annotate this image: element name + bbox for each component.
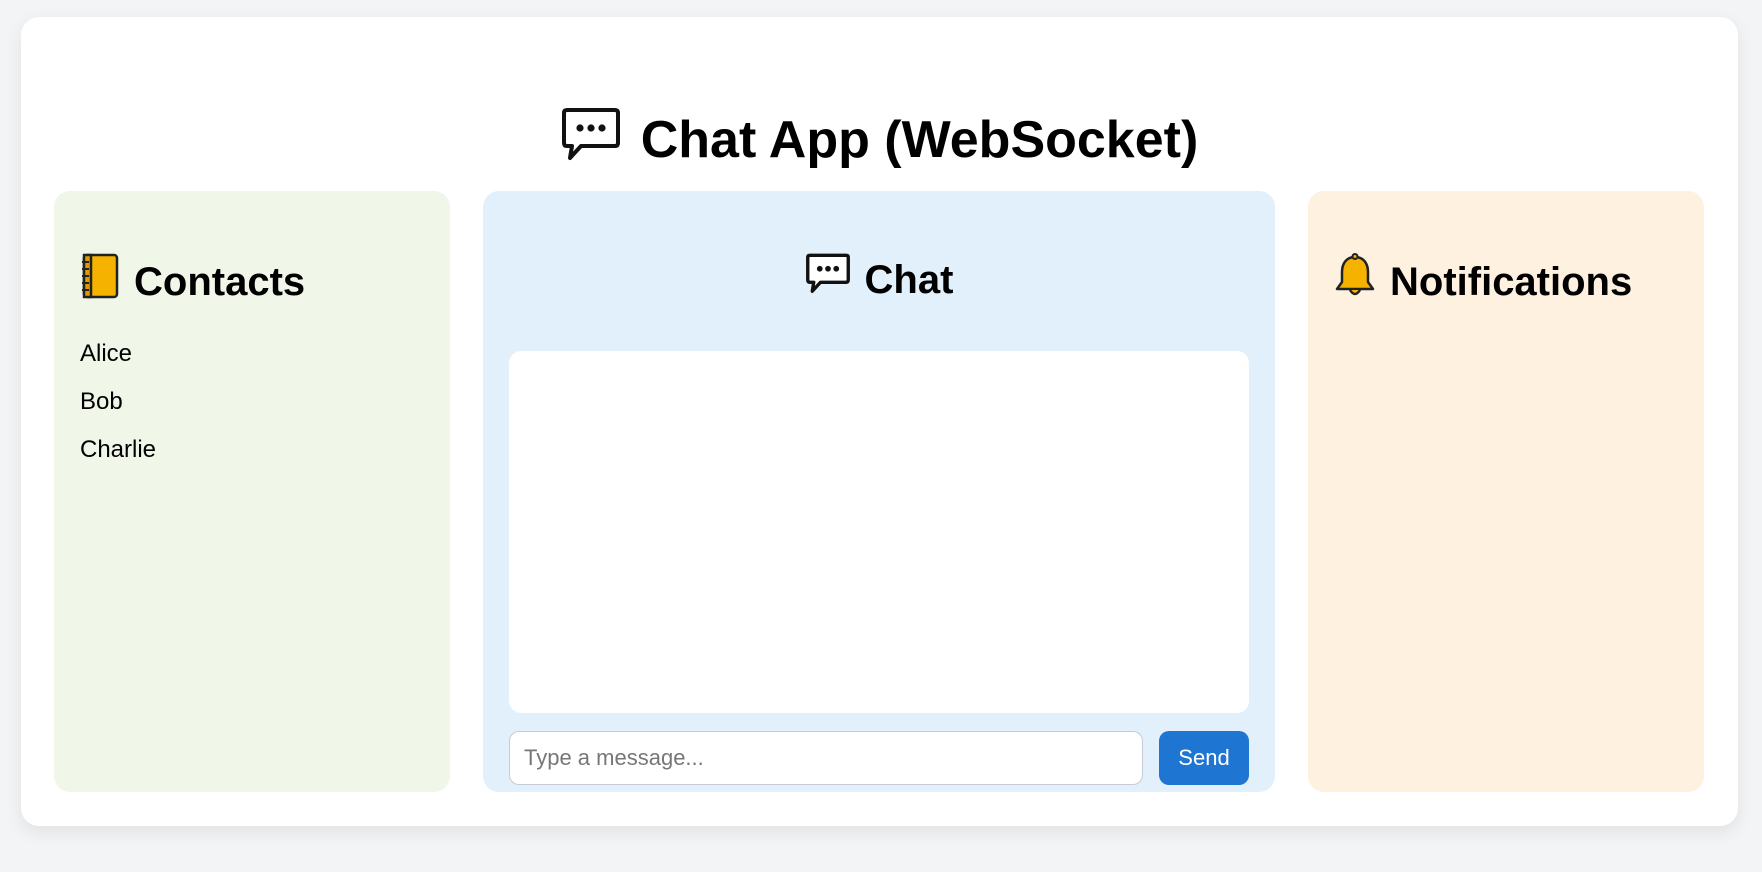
- contact-list: Alice Bob Charlie: [80, 339, 156, 483]
- contacts-heading-text: Contacts: [134, 260, 306, 304]
- notifications-panel: Notifications: [1308, 191, 1704, 792]
- contact-item[interactable]: Bob: [80, 387, 156, 435]
- message-input[interactable]: [509, 731, 1143, 785]
- notifications-heading-text: Notifications: [1390, 260, 1633, 304]
- page-title-text: Chat App (WebSocket): [640, 111, 1199, 169]
- speech-balloon-icon: [561, 101, 621, 191]
- speech-balloon-icon: [805, 253, 851, 307]
- contacts-heading: Contacts: [80, 253, 305, 311]
- send-button[interactable]: Send: [1159, 731, 1249, 785]
- ledger-notebook-icon: [80, 253, 120, 311]
- page-title: Chat App (WebSocket): [21, 95, 1738, 185]
- contacts-panel: Contacts Alice Bob Charlie: [54, 191, 450, 792]
- contact-item[interactable]: Alice: [80, 339, 156, 387]
- app-container: Chat App (WebSocket) Contacts Alice Bob …: [21, 17, 1738, 826]
- notifications-heading: Notifications: [1334, 253, 1632, 311]
- contact-item[interactable]: Charlie: [80, 435, 156, 483]
- bell-icon: [1334, 253, 1376, 311]
- chat-heading: Chat: [483, 253, 1275, 307]
- chat-heading-text: Chat: [864, 258, 954, 302]
- messages-area[interactable]: [509, 351, 1249, 713]
- chat-panel: Chat Send: [483, 191, 1275, 792]
